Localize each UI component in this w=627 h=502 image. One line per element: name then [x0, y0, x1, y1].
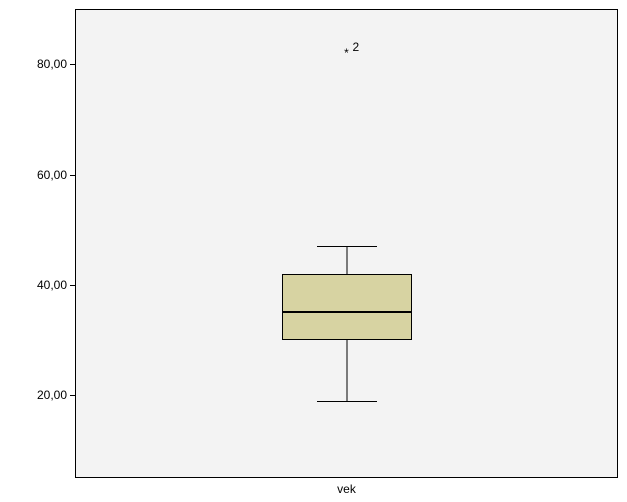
ytick-mark: [70, 395, 75, 396]
ytick-label: 40,00: [33, 278, 67, 292]
ytick-mark: [70, 175, 75, 176]
outlier-label: 2: [353, 41, 360, 53]
ytick-label: 80,00: [33, 57, 67, 71]
whisker-upper: [346, 246, 347, 274]
xtick-label: vek: [337, 482, 356, 496]
ytick-mark: [70, 64, 75, 65]
ytick-label: 20,00: [33, 388, 67, 402]
ytick-label: 60,00: [33, 168, 67, 182]
whisker-lower: [346, 340, 347, 401]
median-line: [282, 311, 412, 313]
plot-area: [75, 9, 618, 478]
outlier-marker: *: [344, 47, 349, 59]
boxplot-chart: 20,00 40,00 60,00 80,00 vek * 2: [0, 0, 627, 502]
whisker-cap-upper: [317, 246, 377, 247]
ytick-mark: [70, 285, 75, 286]
whisker-cap-lower: [317, 401, 377, 402]
iqr-box: [282, 274, 412, 340]
